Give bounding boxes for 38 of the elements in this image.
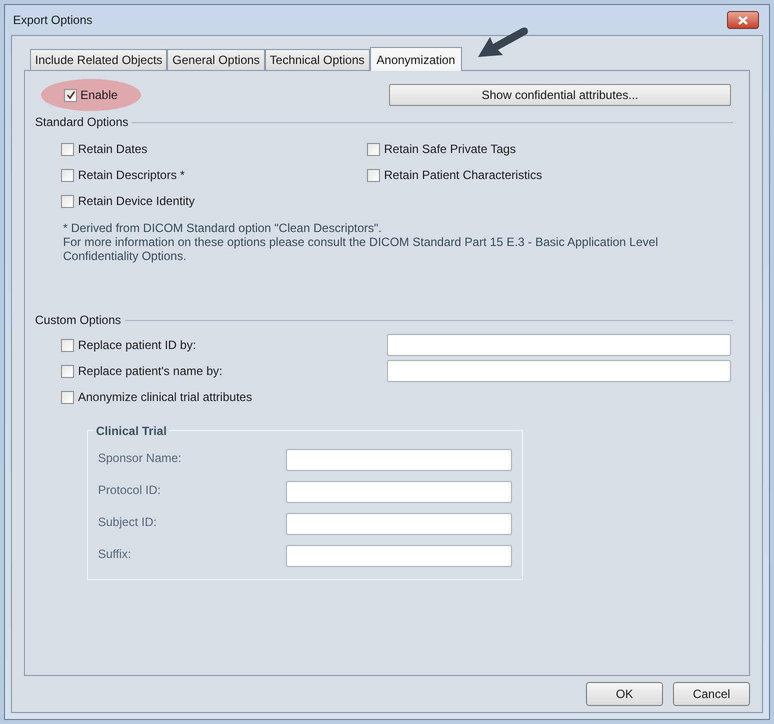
field-label: Subject ID: <box>98 514 158 531</box>
checkbox[interactable] <box>61 364 74 378</box>
checkbox[interactable] <box>61 142 74 156</box>
window-title: Export Options <box>13 12 92 29</box>
checkbox-label: Anonymize clinical trial attributes <box>78 389 252 406</box>
checkbox[interactable] <box>61 168 74 182</box>
tab[interactable]: Include Related Objects <box>30 49 168 70</box>
info-text: For more information on these options please consult the DICOM Standard Part 15 E.3 - Basic Application Level Confidentiality Options. <box>63 235 659 263</box>
section-title: Custom Options <box>35 312 122 329</box>
text-field[interactable] <box>387 334 731 356</box>
footnote-text: * Derived from DICOM Standard option "Clean Descriptors". <box>63 221 383 235</box>
checkbox[interactable] <box>61 390 74 404</box>
checkbox-label: Retain Device Identity <box>78 193 195 210</box>
checkbox[interactable] <box>367 142 380 156</box>
text-field[interactable] <box>387 360 731 382</box>
checkbox[interactable] <box>64 88 78 102</box>
checkbox[interactable] <box>367 168 380 182</box>
field-label: Protocol ID: <box>98 482 162 499</box>
tab[interactable]: Technical Options <box>264 49 370 70</box>
checkbox-label: Retain Patient Characteristics <box>384 167 542 184</box>
tab[interactable]: General Options <box>167 49 265 70</box>
checkbox-label: Replace patient ID by: <box>78 337 196 354</box>
show-attributes-button[interactable]: Show confidential attributes... <box>389 84 731 106</box>
field-label: Sponsor Name: <box>98 450 182 467</box>
enable-label: Enable <box>80 87 118 104</box>
dialog-button[interactable]: Cancel <box>673 682 750 706</box>
section-title: Standard Options <box>35 114 128 131</box>
checkbox-label: Retain Safe Private Tags <box>384 141 516 158</box>
checkbox-label: Retain Dates <box>78 141 148 158</box>
close-icon <box>738 16 748 24</box>
checkbox-label: Retain Descriptors * <box>78 167 185 184</box>
checkbox[interactable] <box>61 338 74 352</box>
tab[interactable]: Anonymization <box>370 47 462 71</box>
close-button[interactable] <box>727 11 759 29</box>
checkbox[interactable] <box>61 194 74 208</box>
field-label: Suffix: <box>98 546 132 563</box>
checkbox-label: Replace patient's name by: <box>78 363 222 380</box>
dialog-button[interactable]: OK <box>586 682 663 706</box>
